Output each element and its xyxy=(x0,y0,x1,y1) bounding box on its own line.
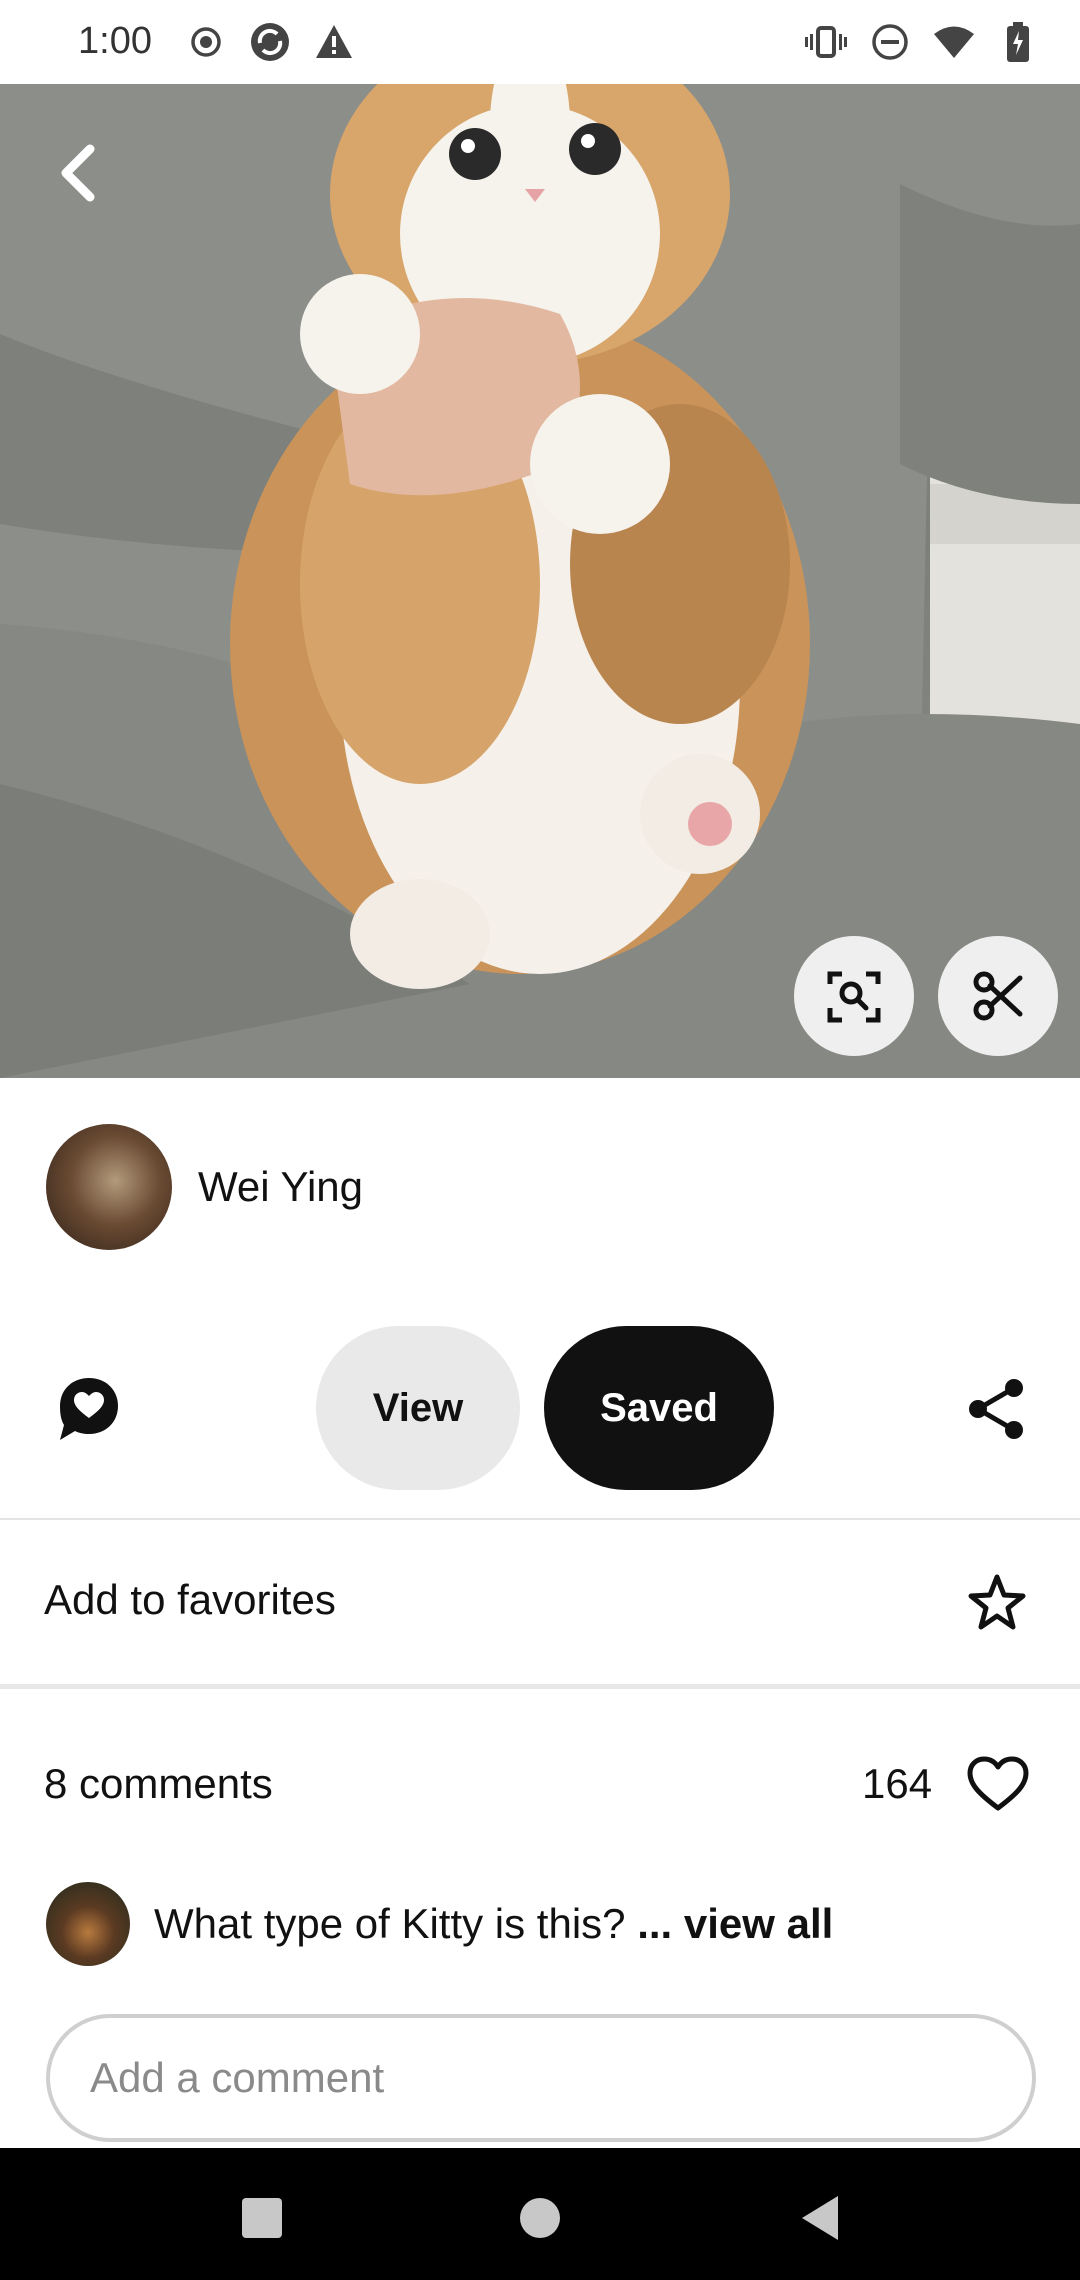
share-button[interactable] xyxy=(964,1376,1030,1442)
lens-search-icon xyxy=(827,971,881,1023)
action-row: View Saved xyxy=(0,1326,1080,1490)
record-icon xyxy=(184,20,228,64)
chevron-left-icon xyxy=(61,144,95,202)
back-triangle-icon xyxy=(802,2196,838,2240)
saved-button[interactable]: Saved xyxy=(544,1326,774,1490)
favorites-label: Add to favorites xyxy=(44,1576,336,1623)
comment-preview-text: What type of Kitty is this? xyxy=(154,1900,626,1947)
scissors-icon xyxy=(973,971,1023,1021)
battery-icon xyxy=(996,20,1040,64)
like-button[interactable] xyxy=(966,1756,1030,1812)
visual-search-button[interactable] xyxy=(794,936,914,1056)
vibrate-icon xyxy=(804,20,848,64)
warning-icon xyxy=(312,20,356,64)
heart-icon xyxy=(967,1756,1029,1811)
like-count: 164 xyxy=(862,1760,933,1807)
comment-preview[interactable]: What type of Kitty is this? ... view all xyxy=(46,1882,833,1966)
system-nav-bar xyxy=(0,2148,1080,2280)
back-nav-button[interactable] xyxy=(790,2188,850,2248)
status-left-icons xyxy=(184,20,356,64)
dnd-icon xyxy=(868,20,912,64)
cutout-button[interactable] xyxy=(938,936,1058,1056)
avatar[interactable] xyxy=(46,1124,172,1250)
commenter-avatar[interactable] xyxy=(46,1882,130,1966)
status-time: 1:00 xyxy=(78,20,152,62)
home-button[interactable] xyxy=(510,2188,570,2248)
home-icon xyxy=(520,2198,560,2238)
author-name[interactable]: Wei Ying xyxy=(198,1163,363,1211)
view-all-comments-link[interactable]: ... view all xyxy=(637,1900,833,1947)
section-divider xyxy=(0,1684,1080,1689)
comments-count: 8 comments xyxy=(44,1760,273,1807)
wifi-icon xyxy=(932,20,976,64)
add-to-favorites-row[interactable]: Add to favorites xyxy=(0,1520,1080,1684)
status-right-icons xyxy=(804,20,1040,64)
view-button[interactable]: View xyxy=(316,1326,520,1490)
comment-text: What type of Kitty is this? ... view all xyxy=(154,1900,833,1948)
author-row[interactable]: Wei Ying xyxy=(46,1124,363,1250)
back-button[interactable] xyxy=(48,138,108,208)
sync-icon xyxy=(248,20,292,64)
recents-button[interactable] xyxy=(232,2188,292,2248)
status-bar: 1:00 xyxy=(0,0,1080,84)
comment-input[interactable] xyxy=(46,2014,1036,2142)
kitten-photo xyxy=(0,84,1080,1078)
pin-image[interactable] xyxy=(0,84,1080,1078)
share-icon xyxy=(969,1379,1023,1439)
message-heart-icon xyxy=(60,1378,118,1440)
message-button[interactable] xyxy=(54,1374,124,1444)
star-icon[interactable] xyxy=(966,1572,1028,1634)
recents-icon xyxy=(242,2198,282,2238)
